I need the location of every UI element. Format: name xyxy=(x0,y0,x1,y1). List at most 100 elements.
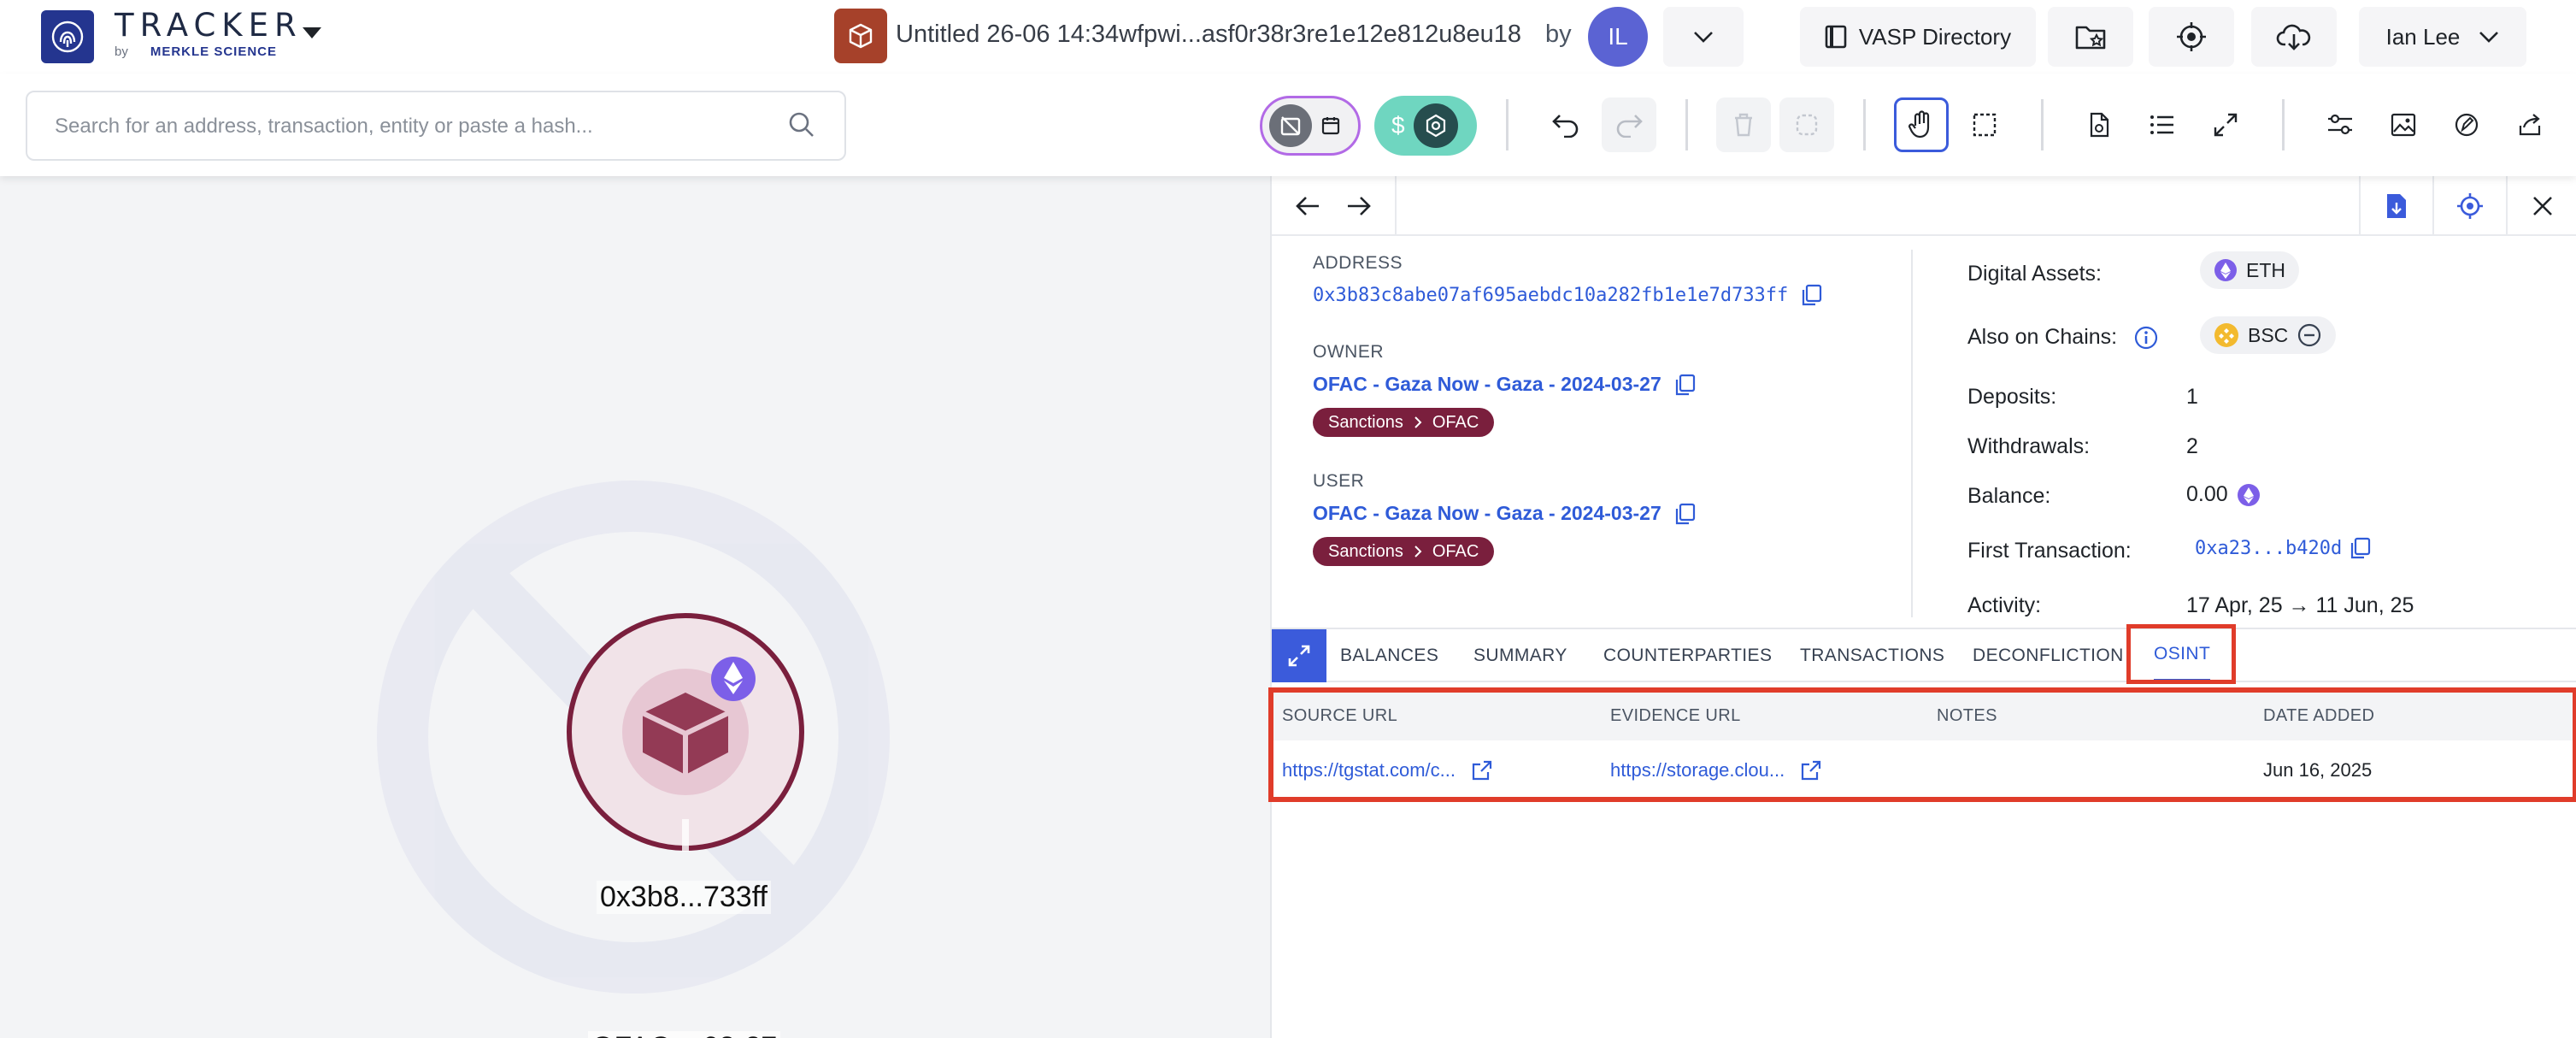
token-icon xyxy=(1426,114,1445,138)
copy-icon[interactable] xyxy=(2350,537,2371,559)
fit-view-button[interactable] xyxy=(2198,97,2253,152)
owner-link[interactable]: OFAC - Gaza Now - Gaza - 2024-03-27 xyxy=(1313,373,1661,396)
panel-header xyxy=(1272,176,2576,236)
balance-amount: 0.00 xyxy=(2186,482,2228,506)
locate-node-button[interactable] xyxy=(2432,176,2506,236)
deposits-value: 1 xyxy=(2186,385,2198,409)
graph-toolbar: $ xyxy=(0,74,2576,176)
toggle-knob xyxy=(1413,103,1458,148)
marquee-select-icon xyxy=(1973,113,1997,137)
external-link-icon[interactable] xyxy=(1471,759,1493,781)
redo-button[interactable] xyxy=(1602,97,1656,152)
file-download-icon xyxy=(2387,194,2406,218)
external-link-icon[interactable] xyxy=(1800,759,1822,781)
vasp-directory-label: VASP Directory xyxy=(1858,23,2012,50)
tab-balances[interactable]: BALANCES xyxy=(1340,629,1438,682)
address-node[interactable] xyxy=(567,613,804,852)
search-input[interactable] xyxy=(55,109,773,144)
expand-table-button[interactable] xyxy=(1272,629,1326,682)
export-image-button[interactable] xyxy=(2376,97,2431,152)
collaborators-dropdown[interactable] xyxy=(1663,7,1744,67)
copy-icon[interactable] xyxy=(1675,374,1696,396)
user-menu-button[interactable]: Ian Lee xyxy=(2359,7,2526,67)
column-header-evidence-url[interactable]: EVIDENCE URL xyxy=(1610,706,1741,726)
close-panel-button[interactable] xyxy=(2506,176,2576,236)
redo-icon xyxy=(1616,115,1643,138)
share-button[interactable] xyxy=(2502,97,2557,152)
sliders-icon xyxy=(2328,114,2352,135)
osint-tab-highlight xyxy=(2126,624,2236,684)
list-view-button[interactable] xyxy=(2135,97,2190,152)
undo-button[interactable] xyxy=(1538,97,1593,152)
eth-icon xyxy=(2237,483,2260,506)
tab-counterparties[interactable]: COUNTERPARTIES xyxy=(1603,629,1772,682)
app-logo-subtitle: by MERKLE SCIENCE xyxy=(115,44,277,59)
case-title[interactable]: Untitled 26-06 14:34wfpwi...asf0r38r3re1… xyxy=(896,21,1521,49)
pan-mode-button[interactable] xyxy=(1894,97,1949,152)
deposits-label: Deposits: xyxy=(1967,385,2057,409)
chevron-down-icon xyxy=(1694,32,1713,43)
search-icon[interactable] xyxy=(788,111,815,139)
owner-sanctions-tag[interactable]: Sanctions OFAC xyxy=(1313,408,1495,437)
toolbar-divider xyxy=(1506,99,1509,150)
also-on-chains-label: Also on Chains: xyxy=(1967,325,2118,349)
graph-canvas[interactable]: 0x3b8...733ff OFAC ...03-27 xyxy=(0,176,1270,1038)
tab-deconfliction[interactable]: DECONFLICTION xyxy=(1973,629,2124,682)
value-mode-toggle[interactable]: $ xyxy=(1374,96,1477,156)
case-cube-icon[interactable] xyxy=(834,9,887,63)
digital-assets-value: ETH xyxy=(2200,251,2299,289)
case-by-label: by xyxy=(1545,21,1572,48)
annotate-button[interactable] xyxy=(2439,97,2494,152)
crosshair-icon xyxy=(2177,22,2206,51)
vasp-directory-button[interactable]: VASP Directory xyxy=(1800,7,2036,67)
info-icon[interactable] xyxy=(2134,326,2158,350)
identity-section: ADDRESS 0x3b83c8abe07af695aebdc10a282fb1… xyxy=(1313,253,1894,566)
search-box[interactable] xyxy=(26,91,846,161)
copy-icon[interactable] xyxy=(1802,284,1822,306)
avatar[interactable]: IL xyxy=(1588,7,1648,67)
expand-icon xyxy=(1288,645,1310,667)
saved-folders-button[interactable] xyxy=(2048,7,2133,67)
chain-name: BSC xyxy=(2248,323,2289,346)
first-transaction-link[interactable]: 0xa23...b420d xyxy=(2195,538,2342,559)
entity-details-panel: ADDRESS 0x3b83c8abe07af695aebdc10a282fb1… xyxy=(1268,176,2576,1038)
tracker-logo-icon[interactable] xyxy=(41,10,94,63)
cloud-download-button[interactable] xyxy=(2251,7,2337,67)
date-filter-toggle[interactable] xyxy=(1260,96,1361,156)
calendar-off-icon xyxy=(1280,116,1301,136)
hand-icon xyxy=(1908,110,1930,139)
first-transaction-value: 0xa23...b420d xyxy=(2195,537,2371,559)
download-report-button[interactable] xyxy=(2359,176,2432,236)
focus-button[interactable] xyxy=(2149,7,2234,67)
column-header-source-url[interactable]: SOURCE URL xyxy=(1282,706,1397,726)
bsc-icon xyxy=(2214,323,2238,347)
chain-chip-bsc[interactable]: BSC xyxy=(2200,316,2337,354)
tab-transactions[interactable]: TRANSACTIONS xyxy=(1800,629,1944,682)
also-on-chains-row: Also on Chains: xyxy=(1967,325,2158,350)
back-arrow-icon[interactable] xyxy=(1295,195,1320,217)
toggle-knob xyxy=(1269,104,1312,147)
share-icon xyxy=(2519,114,2541,136)
forward-arrow-icon[interactable] xyxy=(1346,195,1372,217)
user-link[interactable]: OFAC - Gaza Now - Gaza - 2024-03-27 xyxy=(1313,502,1661,525)
app-menu-caret-icon[interactable] xyxy=(303,27,321,38)
delete-button[interactable] xyxy=(1716,97,1771,152)
remove-circle-icon[interactable] xyxy=(2297,322,2322,348)
copy-icon[interactable] xyxy=(1675,503,1696,525)
notes-button[interactable] xyxy=(2072,97,2126,152)
group-button[interactable] xyxy=(1779,97,1834,152)
source-url-link[interactable]: https://tgstat.com/c... xyxy=(1282,759,1456,781)
withdrawals-value: 2 xyxy=(2186,434,2198,458)
asset-chip-eth[interactable]: ETH xyxy=(2200,251,2299,289)
tab-summary[interactable]: SUMMARY xyxy=(1473,629,1567,682)
user-sanctions-tag[interactable]: Sanctions OFAC xyxy=(1313,537,1495,566)
evidence-url-link[interactable]: https://storage.clou... xyxy=(1610,759,1785,781)
filters-button[interactable] xyxy=(2313,97,2367,152)
select-mode-button[interactable] xyxy=(1957,97,2012,152)
expand-icon xyxy=(2214,113,2238,137)
address-link[interactable]: 0x3b83c8abe07af695aebdc10a282fb1e1e7d733… xyxy=(1313,285,1788,306)
address-label: ADDRESS xyxy=(1313,253,1403,273)
document-icon xyxy=(2090,112,2109,138)
column-header-notes[interactable]: NOTES xyxy=(1937,706,1997,726)
column-header-date-added[interactable]: DATE ADDED xyxy=(2263,706,2374,726)
